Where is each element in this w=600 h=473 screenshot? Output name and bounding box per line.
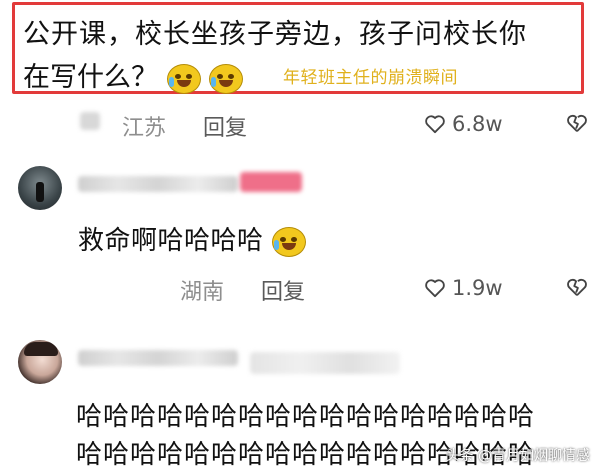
broken-heart-icon[interactable] [566,112,588,134]
comment-text: 哈哈哈哈哈哈哈哈哈哈哈哈哈哈哈哈哈 [76,402,536,432]
highlight-box: 公开课，校长坐孩子旁边，孩子问校长你 在写什么？ 年轻班主任的崩溃瞬间 [12,2,584,94]
redacted-text [250,352,400,374]
broken-heart-icon[interactable] [566,276,588,298]
reply-button[interactable]: 回复 [261,280,305,305]
crying-laughing-emoji-icon [166,63,201,94]
location: 江苏 [122,116,167,141]
comment-text: 救命啊哈哈哈哈 [78,226,264,256]
redacted-block [80,112,100,130]
like-button[interactable]: 1.9w [424,276,503,300]
location: 湖南 [180,280,225,305]
crying-laughing-emoji-icon [272,226,307,257]
post-title-line2: 在写什么？ [23,62,158,93]
heart-icon [425,115,445,134]
comment2-text-wrap: 救命啊哈哈哈哈 [78,220,307,257]
like-count: 1.9w [452,276,503,300]
post-title-line1: 公开课，校长坐孩子旁边，孩子问校长你 [23,19,527,50]
avatar[interactable] [18,166,62,210]
caption: 年轻班主任的崩溃瞬间 [283,68,458,88]
like-count: 6.8w [452,112,503,136]
post-title-line2-wrap: 在写什么？ [23,55,244,94]
watermark: 头条 @青月如烟聊情感 [445,448,590,464]
avatar[interactable] [18,340,62,384]
reply-button[interactable]: 回复 [203,116,247,141]
redacted-username [78,350,238,366]
like-button[interactable]: 6.8w [424,112,503,136]
heart-icon [425,279,445,298]
crying-laughing-emoji-icon [209,63,244,94]
redacted-badge [240,172,302,192]
comment1-meta: 江苏 回复 [122,110,247,142]
comment2-meta: 湖南 回复 [180,274,305,306]
redacted-username [78,176,238,192]
